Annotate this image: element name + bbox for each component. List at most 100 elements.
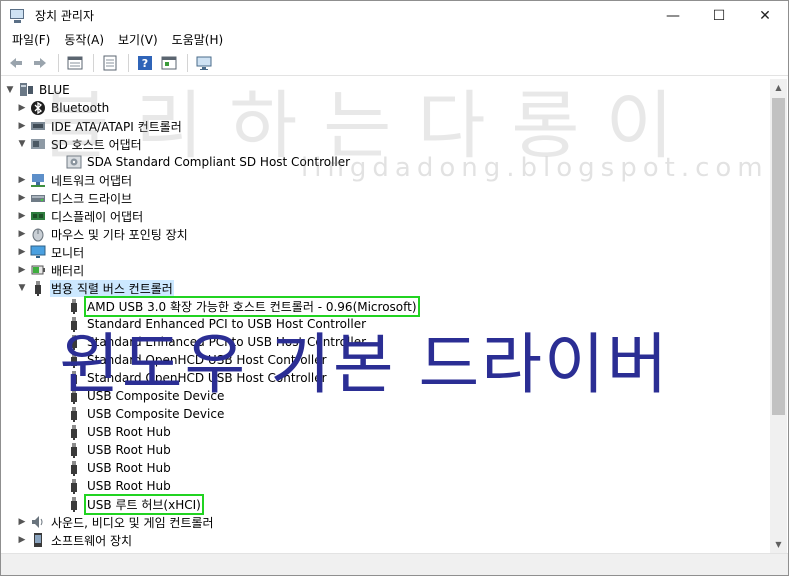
- tree-item-label: USB 루트 허브(xHCI): [84, 493, 204, 515]
- back-icon[interactable]: [5, 52, 27, 74]
- svg-text:?: ?: [142, 57, 148, 70]
- usb-icon: [66, 496, 82, 512]
- tree-item[interactable]: ▶ Bluetooth: [16, 99, 110, 117]
- tree-root-label: BLUE: [39, 83, 70, 97]
- bluetooth-icon: [30, 100, 46, 116]
- tree-item[interactable]: Standard Enhanced PCI to USB Host Contro…: [52, 333, 367, 351]
- tree-item-label: Standard Enhanced PCI to USB Host Contro…: [87, 335, 367, 349]
- expand-chevron-icon[interactable]: ▶: [16, 117, 28, 135]
- tree-item-label: 마우스 및 기타 포인팅 장치: [51, 227, 188, 242]
- device-tree[interactable]: ▼ BLUE ▶ Bluetooth ▶ IDE ATA/ATAPI 컨트롤러 ▼ SD …: [4, 79, 771, 553]
- tree-item[interactable]: USB 루트 허브(xHCI): [52, 493, 204, 515]
- scroll-up-arrow-icon[interactable]: ▲: [770, 79, 787, 96]
- expand-chevron-icon[interactable]: ▶: [16, 513, 28, 531]
- tree-item[interactable]: ▶ 디스크 드라이브: [16, 189, 133, 207]
- tree-item[interactable]: Standard OpenHCD USB Host Controller: [52, 369, 328, 387]
- tree-item-label: 사운드, 비디오 및 게임 컨트롤러: [51, 515, 214, 530]
- help-icon[interactable]: ?: [134, 52, 156, 74]
- collapse-chevron-icon[interactable]: ▼: [16, 279, 28, 297]
- usb-icon: [66, 370, 82, 386]
- tree-item[interactable]: ▼ 범용 직렬 버스 컨트롤러: [16, 279, 174, 297]
- usb-icon: [66, 334, 82, 350]
- action-icon[interactable]: [158, 52, 180, 74]
- menu-help[interactable]: 도움말(H): [165, 30, 231, 50]
- expand-chevron-icon[interactable]: ▶: [16, 531, 28, 549]
- collapse-chevron-icon[interactable]: ▼: [16, 135, 28, 153]
- tree-item[interactable]: ▼ SD 호스트 어댑터: [16, 135, 143, 153]
- tree-item[interactable]: ▶ IDE ATA/ATAPI 컨트롤러: [16, 117, 183, 135]
- toolbar: ?: [1, 50, 788, 76]
- tree-item[interactable]: ▶ 디스플레이 어댑터: [16, 207, 144, 225]
- tree-item[interactable]: Standard OpenHCD USB Host Controller: [52, 351, 328, 369]
- minimize-button[interactable]: —: [650, 1, 696, 30]
- monitor-icon[interactable]: [193, 52, 215, 74]
- tree-item[interactable]: USB Composite Device: [52, 387, 225, 405]
- sd-adapter-icon: [30, 136, 46, 152]
- expand-chevron-icon[interactable]: ▶: [16, 207, 28, 225]
- tree-item[interactable]: ▶ 배터리: [16, 261, 85, 279]
- tree-item[interactable]: ▶ 사운드, 비디오 및 게임 컨트롤러: [16, 513, 215, 531]
- scroll-thumb[interactable]: [772, 98, 785, 415]
- tree-item[interactable]: USB Root Hub: [52, 423, 172, 441]
- tree-item[interactable]: Standard Enhanced PCI to USB Host Contro…: [52, 315, 367, 333]
- expand-chevron-icon[interactable]: ▶: [16, 171, 28, 189]
- vertical-scrollbar[interactable]: ▲ ▼: [770, 79, 787, 553]
- tree-item[interactable]: USB Root Hub: [52, 441, 172, 459]
- view-icon[interactable]: [99, 52, 121, 74]
- toolbar-separator: [128, 53, 129, 72]
- menu-view[interactable]: 보기(V): [111, 30, 165, 50]
- status-bar: [1, 553, 788, 575]
- tree-item-label: IDE ATA/ATAPI 컨트롤러: [51, 119, 182, 134]
- device-manager-window: 장치 관리자 — ☐ ✕ 파일(F) 동작(A) 보기(V) 도움말(H) ?: [0, 0, 789, 576]
- menu-action[interactable]: 동작(A): [57, 30, 111, 50]
- tree-item[interactable]: AMD USB 3.0 확장 가능한 호스트 컨트롤러 - 0.96(Micro…: [52, 295, 420, 317]
- menu-file[interactable]: 파일(F): [5, 30, 57, 50]
- sound-icon: [30, 514, 46, 530]
- tree-item-label: Standard Enhanced PCI to USB Host Contro…: [87, 317, 367, 331]
- usb-icon: [66, 352, 82, 368]
- expand-chevron-icon[interactable]: ▶: [16, 99, 28, 117]
- tree-item[interactable]: USB Root Hub: [52, 477, 172, 495]
- expand-chevron-icon[interactable]: ▶: [16, 261, 28, 279]
- tree-root[interactable]: ▼ BLUE: [4, 81, 71, 99]
- title-bar[interactable]: 장치 관리자 — ☐ ✕: [1, 1, 788, 30]
- tree-item-label: Bluetooth: [51, 101, 110, 115]
- tree-item[interactable]: ▶ 소프트웨어 장치: [16, 531, 133, 549]
- scroll-down-arrow-icon[interactable]: ▼: [770, 536, 787, 553]
- tree-item[interactable]: SDA Standard Compliant SD Host Controlle…: [52, 153, 351, 171]
- tree-item[interactable]: ▶ 네트워크 어댑터: [16, 171, 133, 189]
- tree-item-label: 모니터: [51, 245, 85, 260]
- expand-chevron-icon[interactable]: ▶: [16, 189, 28, 207]
- properties-list-icon[interactable]: [64, 52, 86, 74]
- usb-icon: [66, 478, 82, 494]
- tree-item-label: AMD USB 3.0 확장 가능한 호스트 컨트롤러 - 0.96(Micro…: [84, 295, 420, 317]
- expand-chevron-icon[interactable]: ▶: [16, 243, 28, 261]
- expand-chevron-icon[interactable]: ▼: [4, 81, 16, 99]
- tree-item[interactable]: USB Composite Device: [52, 405, 225, 423]
- forward-icon[interactable]: [29, 52, 51, 74]
- usb-icon: [66, 316, 82, 332]
- tree-item-label: USB Root Hub: [87, 425, 171, 439]
- toolbar-separator: [93, 53, 94, 72]
- network-icon: [30, 172, 46, 188]
- tree-item[interactable]: ▶ 마우스 및 기타 포인팅 장치: [16, 225, 189, 243]
- usb-icon: [66, 406, 82, 422]
- tree-item-label: 디스크 드라이브: [51, 191, 133, 206]
- tree-item[interactable]: USB Root Hub: [52, 459, 172, 477]
- mouse-icon: [30, 226, 46, 242]
- maximize-button[interactable]: ☐: [696, 1, 742, 30]
- tree-item-label: SD 호스트 어댑터: [51, 137, 142, 152]
- close-button[interactable]: ✕: [742, 1, 788, 30]
- tree-item[interactable]: ▶ 모니터: [16, 243, 85, 261]
- tree-item-label: 배터리: [51, 263, 85, 278]
- expand-chevron-icon[interactable]: ▶: [16, 225, 28, 243]
- tree-item-label: Standard OpenHCD USB Host Controller: [87, 371, 327, 385]
